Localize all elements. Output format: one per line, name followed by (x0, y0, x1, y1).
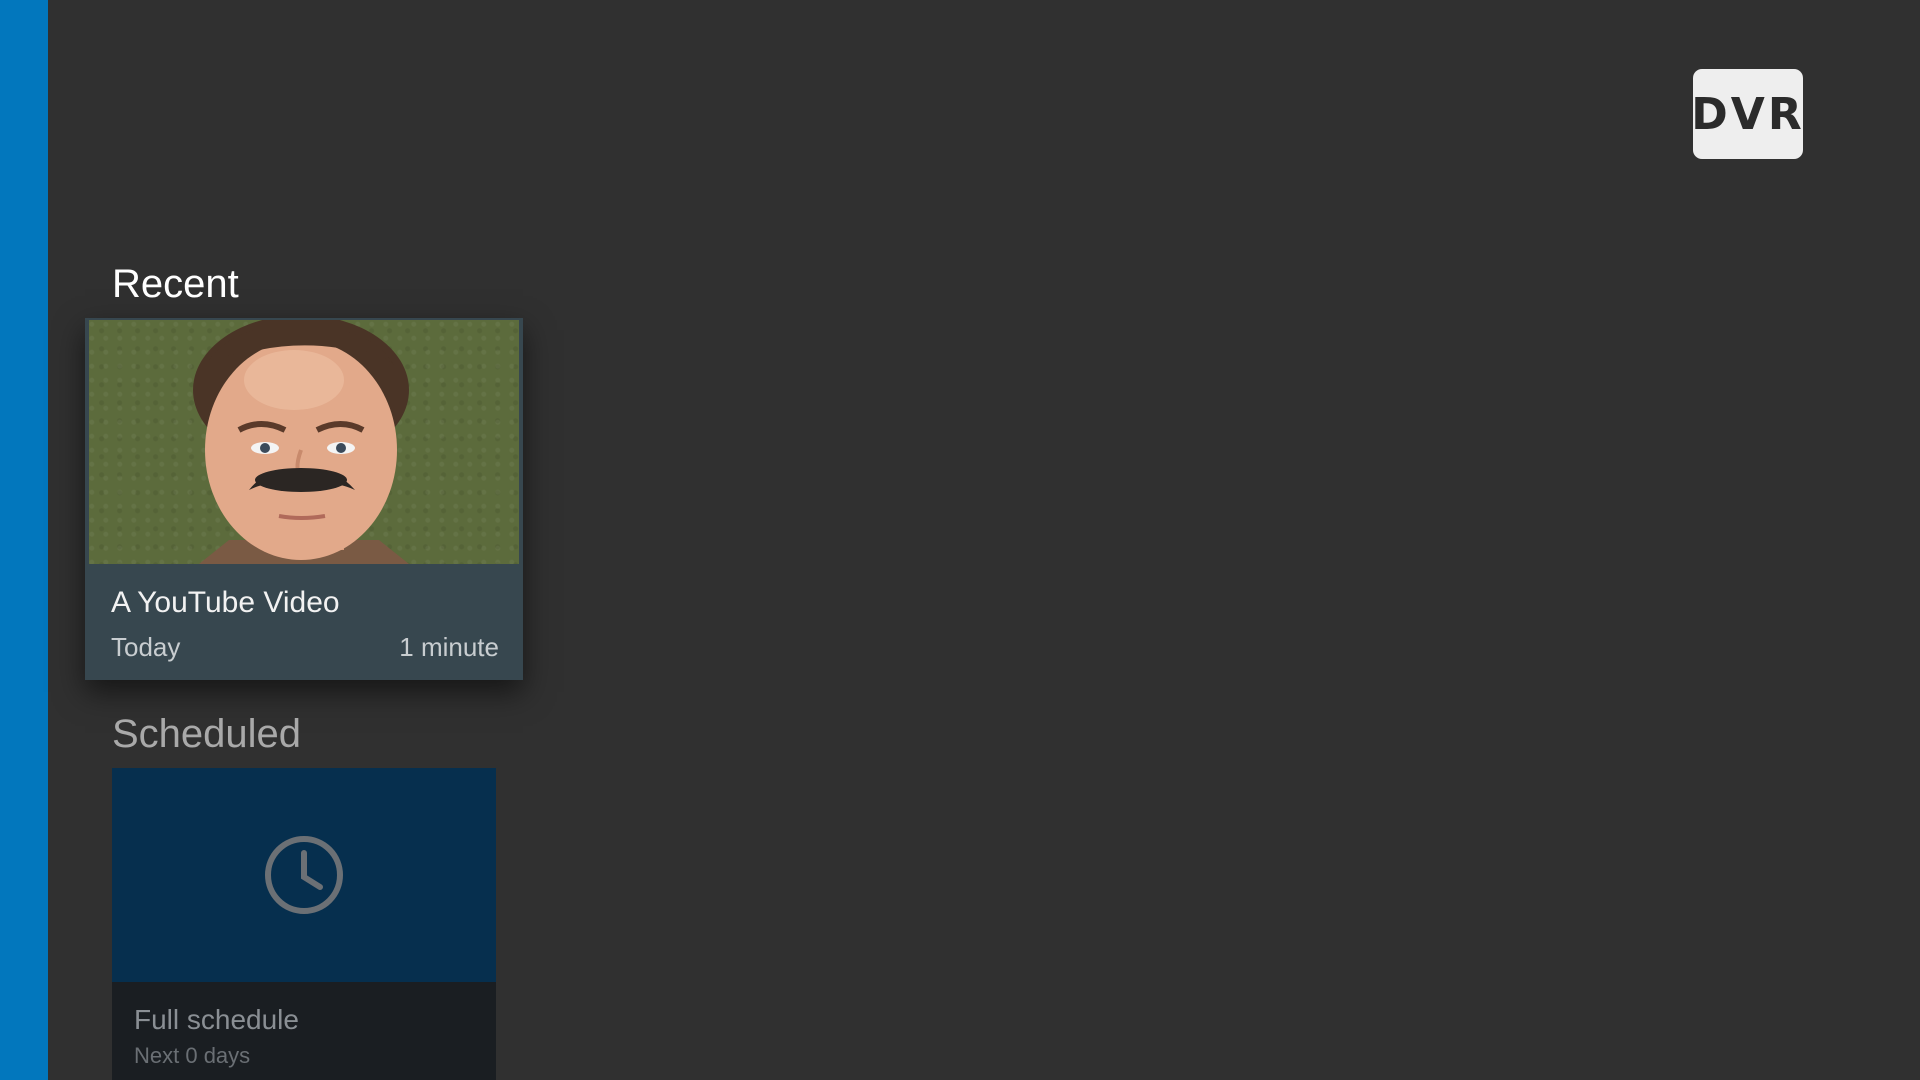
dvr-logo: DVR (1691, 69, 1803, 159)
recording-title: A YouTube Video (111, 586, 340, 619)
clock-icon (265, 836, 343, 914)
schedule-subtitle: Next 0 days (134, 1043, 251, 1068)
schedule-title: Full schedule (134, 1004, 299, 1035)
schedule-card-header (112, 768, 496, 982)
section-title-scheduled: Scheduled (112, 712, 302, 756)
thumbnail-image (193, 320, 409, 564)
video-thumbnail (89, 320, 519, 564)
recording-card[interactable]: A YouTube Video Today 1 minute (85, 318, 523, 680)
recording-duration: 1 minute (399, 632, 499, 662)
section-title-recent: Recent (112, 262, 239, 306)
side-rail (0, 0, 48, 1080)
full-schedule-card[interactable]: Full schedule Next 0 days (112, 768, 496, 1080)
recording-date: Today (111, 632, 181, 662)
